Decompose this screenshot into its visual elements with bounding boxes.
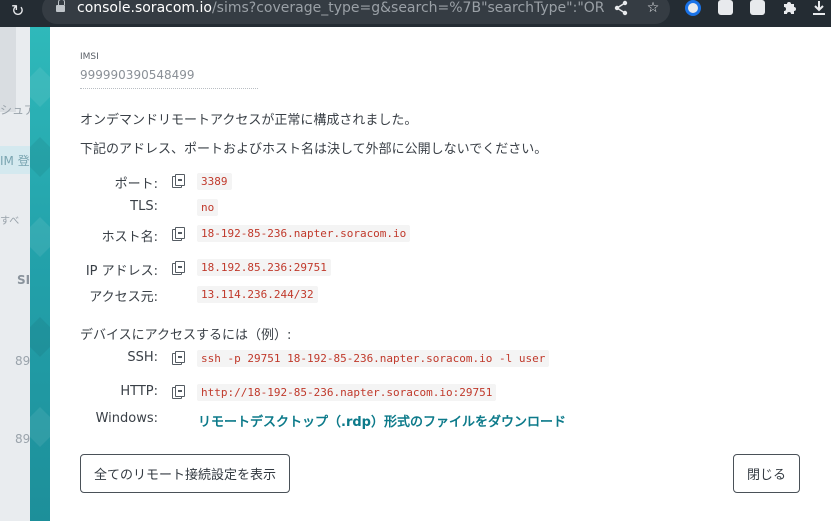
source-value: 13.114.236.244/32 bbox=[197, 286, 318, 303]
warning-message: 下記のアドレス、ポートおよびホスト名は決して外部に公開しないでください。 bbox=[80, 142, 548, 157]
copy-icon[interactable] bbox=[172, 174, 186, 188]
success-message: オンデマンドリモートアクセスが正常に構成されました。 bbox=[80, 113, 418, 128]
ssh-label: SSH: bbox=[127, 350, 158, 365]
background-text: IM 登 bbox=[0, 154, 30, 168]
close-button[interactable]: 閉じる bbox=[733, 454, 800, 493]
extension-play-icon[interactable] bbox=[748, 0, 766, 18]
password-manager-icon[interactable] bbox=[684, 0, 702, 18]
http-label: HTTP: bbox=[120, 384, 158, 399]
download-rdp-link[interactable]: リモートデスクトップ（.rdp）形式のファイルをダウンロード bbox=[198, 411, 566, 430]
source-label: アクセス元: bbox=[89, 290, 158, 305]
tls-label: TLS: bbox=[130, 199, 158, 214]
copy-icon[interactable] bbox=[172, 227, 186, 241]
copy-icon[interactable] bbox=[172, 261, 186, 275]
ssh-command: ssh -p 29751 18-192-85-236.napter.soraco… bbox=[197, 350, 550, 367]
port-label: ポート: bbox=[114, 177, 158, 192]
show-all-remote-settings-button[interactable]: 全てのリモート接続設定を表示 bbox=[80, 454, 290, 493]
decorative-hexagon bbox=[30, 407, 50, 447]
imsi-value: 999990390548499 bbox=[80, 68, 258, 89]
port-value: 3389 bbox=[197, 173, 232, 190]
reload-icon[interactable]: ↻ bbox=[11, 2, 24, 20]
ip-label: IP アドレス: bbox=[85, 264, 158, 279]
tls-value: no bbox=[197, 199, 219, 216]
decorative-hexagon bbox=[30, 317, 50, 357]
background-text: シュア bbox=[0, 103, 30, 117]
share-icon[interactable] bbox=[612, 0, 630, 18]
background-text: すべ bbox=[0, 216, 20, 227]
browser-toolbar: ↻ console.soracom.io/sims?coverage_type=… bbox=[0, 0, 831, 27]
decorative-hexagon bbox=[30, 67, 50, 107]
example-heading: デバイスにアクセスするには（例）: bbox=[80, 328, 292, 343]
windows-label: Windows: bbox=[95, 411, 158, 426]
url-text[interactable]: console.soracom.io/sims?coverage_type=g&… bbox=[77, 0, 604, 17]
copy-icon[interactable] bbox=[172, 351, 186, 365]
remote-access-modal: IMSI 999990390548499 オンデマンドリモートアクセスが正常に構… bbox=[50, 27, 831, 521]
http-url: http://18-192-85-236.napter.soracom.io:2… bbox=[197, 384, 497, 401]
decorative-hexagon bbox=[30, 137, 50, 177]
extensions-puzzle-icon[interactable] bbox=[780, 0, 798, 18]
background-sidebar-strip bbox=[0, 27, 16, 112]
host-value: 18-192-85-236.napter.soracom.io bbox=[197, 225, 411, 242]
lock-icon[interactable] bbox=[56, 0, 65, 14]
host-label: ホスト名: bbox=[101, 230, 158, 245]
decorative-hexagon bbox=[30, 217, 50, 257]
download-icon[interactable] bbox=[810, 0, 828, 18]
bookmark-star-icon[interactable]: ☆ bbox=[644, 0, 662, 18]
modal-accent-bar bbox=[30, 27, 50, 521]
imsi-label: IMSI bbox=[80, 52, 99, 62]
extension-cube-icon[interactable] bbox=[716, 0, 734, 18]
copy-icon[interactable] bbox=[172, 385, 186, 399]
ip-value: 18.192.85.236:29751 bbox=[197, 259, 331, 276]
